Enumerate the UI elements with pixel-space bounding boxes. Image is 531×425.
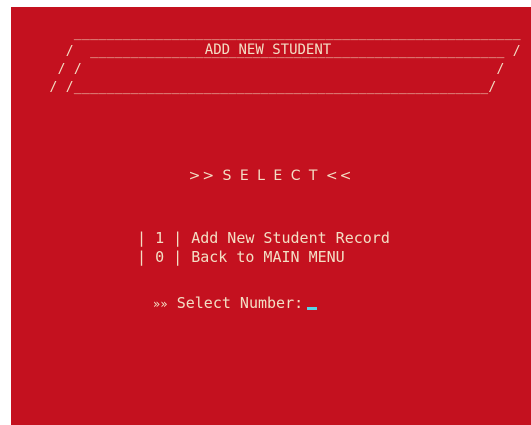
menu-item-label: Back to MAIN MENU <box>191 248 345 266</box>
menu-item-back-main-menu[interactable]: | 0 | Back to MAIN MENU <box>137 248 390 267</box>
console-window: ________________________________________… <box>11 7 531 425</box>
title-frame-border: ________________________________________… <box>49 26 521 95</box>
menu-item-add-record[interactable]: | 1 | Add New Student Record <box>137 229 390 248</box>
page-title: ADD NEW STUDENT <box>204 42 332 58</box>
prompt-label: Select Number: <box>176 294 304 312</box>
prompt-arrows: »» <box>153 297 168 311</box>
menu-item-label: Add New Student Record <box>191 229 390 247</box>
text-cursor[interactable] <box>307 307 318 310</box>
menu-item-key: 0 <box>155 248 165 266</box>
menu-item-key: 1 <box>155 229 165 247</box>
menu-list: | 1 | Add New Student Record | 0 | Back … <box>137 229 390 267</box>
select-heading: >> S E L E C T << <box>188 168 354 184</box>
select-number-prompt: »» Select Number: <box>153 294 318 312</box>
